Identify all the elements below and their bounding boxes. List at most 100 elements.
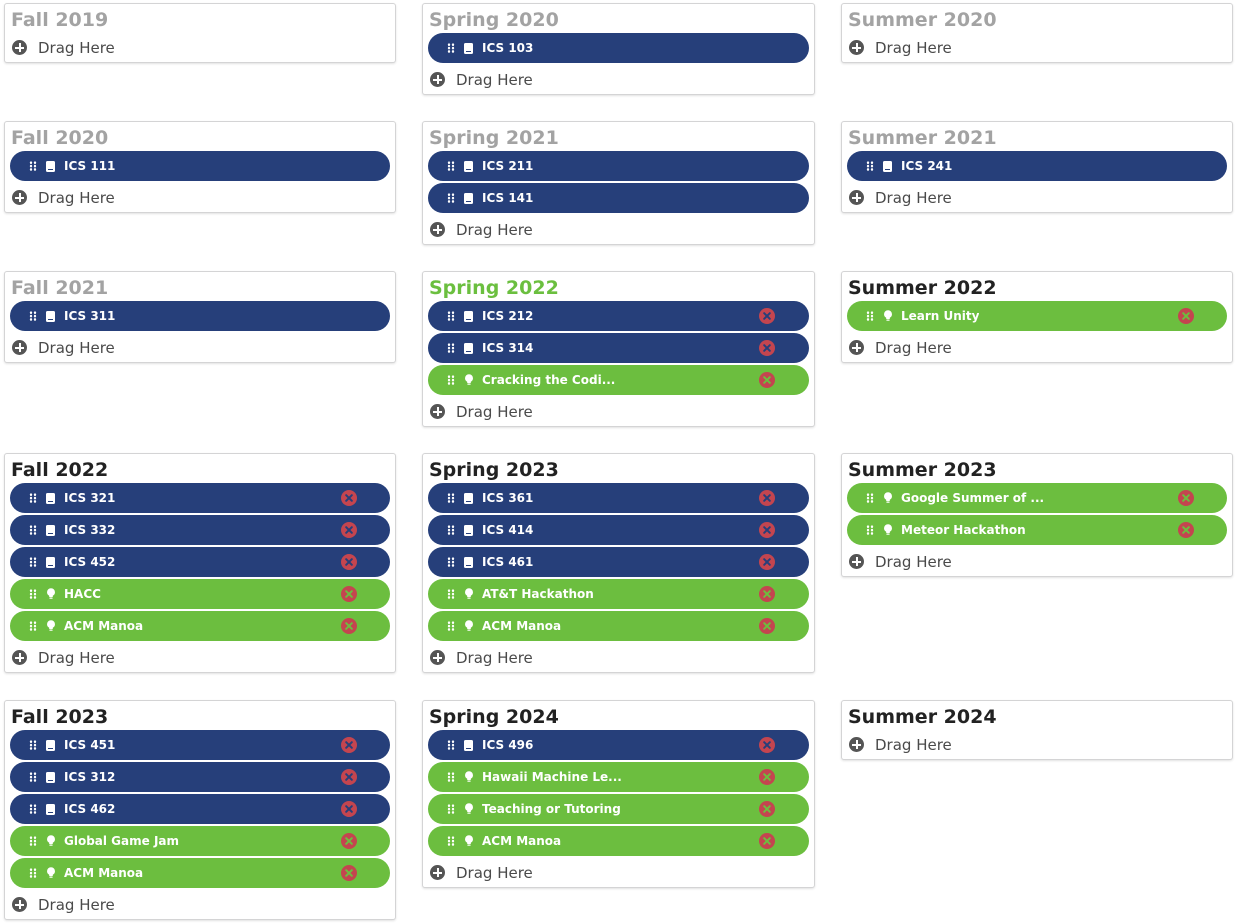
- course-item[interactable]: ICS 141: [428, 183, 809, 213]
- drag-here-dropzone[interactable]: Drag Here: [847, 730, 1227, 759]
- drag-handle-icon[interactable]: [29, 804, 37, 814]
- opportunity-item[interactable]: ACM Manoa: [10, 858, 390, 888]
- drag-here-dropzone[interactable]: Drag Here: [10, 333, 390, 362]
- drag-handle-icon[interactable]: [447, 836, 455, 846]
- drag-handle-icon[interactable]: [447, 557, 455, 567]
- course-item[interactable]: ICS 462: [10, 794, 390, 824]
- opportunity-item[interactable]: Meteor Hackathon: [847, 515, 1227, 545]
- drag-handle-icon[interactable]: [29, 557, 37, 567]
- remove-icon[interactable]: [341, 865, 357, 881]
- remove-icon[interactable]: [341, 801, 357, 817]
- remove-icon[interactable]: [759, 490, 775, 506]
- remove-icon[interactable]: [341, 618, 357, 634]
- drag-here-dropzone[interactable]: Drag Here: [847, 183, 1227, 212]
- drag-handle-icon[interactable]: [866, 493, 874, 503]
- remove-icon[interactable]: [759, 801, 775, 817]
- drag-handle-icon[interactable]: [447, 772, 455, 782]
- drag-handle-icon[interactable]: [447, 343, 455, 353]
- drag-handle-icon[interactable]: [447, 311, 455, 321]
- remove-icon[interactable]: [1178, 522, 1194, 538]
- drag-handle-icon[interactable]: [29, 772, 37, 782]
- drag-here-dropzone[interactable]: Drag Here: [428, 215, 809, 244]
- course-item[interactable]: ICS 312: [10, 762, 390, 792]
- course-item[interactable]: ICS 314: [428, 333, 809, 363]
- remove-icon[interactable]: [1178, 308, 1194, 324]
- course-item[interactable]: ICS 452: [10, 547, 390, 577]
- drag-handle-icon[interactable]: [29, 493, 37, 503]
- opportunity-item[interactable]: HACC: [10, 579, 390, 609]
- remove-icon[interactable]: [759, 769, 775, 785]
- drag-here-dropzone[interactable]: Drag Here: [428, 643, 809, 672]
- opportunity-item[interactable]: Teaching or Tutoring: [428, 794, 809, 824]
- remove-icon[interactable]: [341, 769, 357, 785]
- course-item[interactable]: ICS 111: [10, 151, 390, 181]
- drag-handle-icon[interactable]: [29, 161, 37, 171]
- course-item[interactable]: ICS 103: [428, 33, 809, 63]
- drag-handle-icon[interactable]: [447, 621, 455, 631]
- remove-icon[interactable]: [341, 490, 357, 506]
- course-item[interactable]: ICS 496: [428, 730, 809, 760]
- drag-handle-icon[interactable]: [447, 43, 455, 53]
- remove-icon[interactable]: [759, 618, 775, 634]
- drag-handle-icon[interactable]: [866, 311, 874, 321]
- drag-handle-icon[interactable]: [29, 621, 37, 631]
- remove-icon[interactable]: [759, 586, 775, 602]
- drag-here-dropzone[interactable]: Drag Here: [10, 183, 390, 212]
- opportunity-item[interactable]: ACM Manoa: [10, 611, 390, 641]
- drag-handle-icon[interactable]: [29, 868, 37, 878]
- drag-handle-icon[interactable]: [447, 525, 455, 535]
- opportunity-item[interactable]: Global Game Jam: [10, 826, 390, 856]
- drag-handle-icon[interactable]: [29, 525, 37, 535]
- course-item[interactable]: ICS 451: [10, 730, 390, 760]
- drag-handle-icon[interactable]: [29, 836, 37, 846]
- course-item[interactable]: ICS 311: [10, 301, 390, 331]
- opportunity-item[interactable]: Cracking the Codi...: [428, 365, 809, 395]
- drag-handle-icon[interactable]: [866, 161, 874, 171]
- remove-icon[interactable]: [341, 833, 357, 849]
- course-item[interactable]: ICS 361: [428, 483, 809, 513]
- drag-handle-icon[interactable]: [447, 804, 455, 814]
- remove-icon[interactable]: [341, 586, 357, 602]
- opportunity-item[interactable]: Hawaii Machine Le...: [428, 762, 809, 792]
- opportunity-item[interactable]: ACM Manoa: [428, 611, 809, 641]
- course-item[interactable]: ICS 212: [428, 301, 809, 331]
- drag-handle-icon[interactable]: [866, 525, 874, 535]
- drag-handle-icon[interactable]: [447, 589, 455, 599]
- course-item[interactable]: ICS 414: [428, 515, 809, 545]
- course-item[interactable]: ICS 461: [428, 547, 809, 577]
- opportunity-item[interactable]: ACM Manoa: [428, 826, 809, 856]
- course-item[interactable]: ICS 332: [10, 515, 390, 545]
- course-item[interactable]: ICS 321: [10, 483, 390, 513]
- remove-icon[interactable]: [759, 340, 775, 356]
- drag-here-dropzone[interactable]: Drag Here: [428, 65, 809, 94]
- opportunity-item[interactable]: Learn Unity: [847, 301, 1227, 331]
- remove-icon[interactable]: [759, 372, 775, 388]
- opportunity-item[interactable]: AT&T Hackathon: [428, 579, 809, 609]
- drag-here-dropzone[interactable]: Drag Here: [847, 547, 1227, 576]
- drag-here-dropzone[interactable]: Drag Here: [10, 33, 390, 62]
- drag-here-dropzone[interactable]: Drag Here: [10, 643, 390, 672]
- drag-handle-icon[interactable]: [447, 740, 455, 750]
- remove-icon[interactable]: [759, 554, 775, 570]
- drag-handle-icon[interactable]: [29, 589, 37, 599]
- drag-handle-icon[interactable]: [29, 740, 37, 750]
- remove-icon[interactable]: [759, 737, 775, 753]
- drag-here-dropzone[interactable]: Drag Here: [428, 858, 809, 887]
- course-item[interactable]: ICS 241: [847, 151, 1227, 181]
- remove-icon[interactable]: [759, 308, 775, 324]
- drag-here-dropzone[interactable]: Drag Here: [428, 397, 809, 426]
- drag-handle-icon[interactable]: [447, 493, 455, 503]
- remove-icon[interactable]: [341, 737, 357, 753]
- course-item[interactable]: ICS 211: [428, 151, 809, 181]
- remove-icon[interactable]: [759, 833, 775, 849]
- remove-icon[interactable]: [341, 554, 357, 570]
- drag-here-dropzone[interactable]: Drag Here: [847, 333, 1227, 362]
- drag-handle-icon[interactable]: [29, 311, 37, 321]
- opportunity-item[interactable]: Google Summer of ...: [847, 483, 1227, 513]
- drag-handle-icon[interactable]: [447, 193, 455, 203]
- drag-handle-icon[interactable]: [447, 375, 455, 385]
- remove-icon[interactable]: [759, 522, 775, 538]
- remove-icon[interactable]: [341, 522, 357, 538]
- remove-icon[interactable]: [1178, 490, 1194, 506]
- drag-here-dropzone[interactable]: Drag Here: [847, 33, 1227, 62]
